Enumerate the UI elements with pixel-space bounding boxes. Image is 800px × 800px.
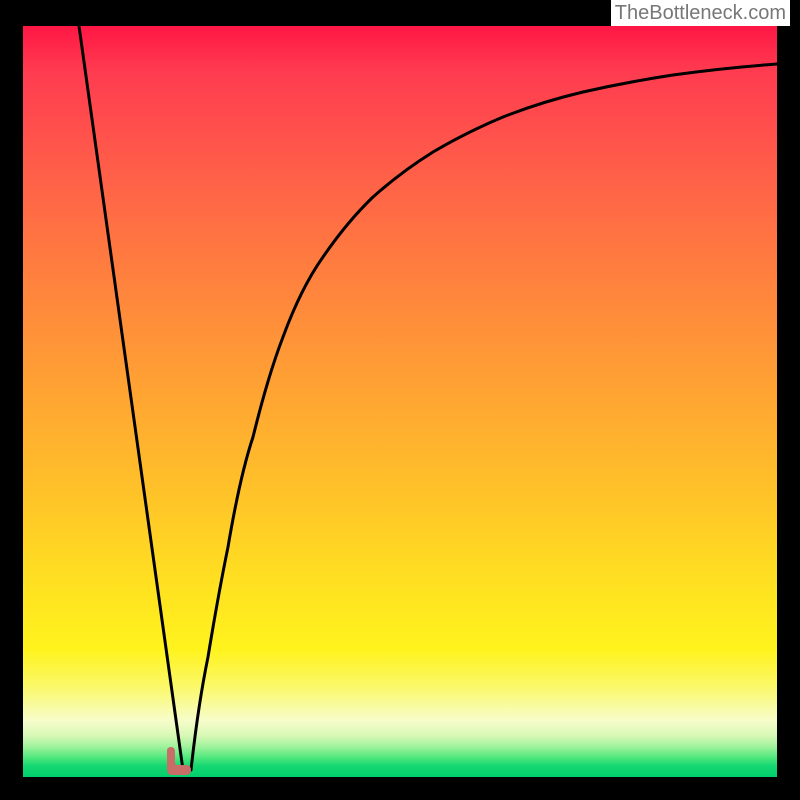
left-line	[79, 26, 183, 770]
plot-area	[23, 26, 777, 777]
attribution-text: TheBottleneck.com	[611, 0, 790, 26]
chart-frame: TheBottleneck.com	[0, 0, 800, 800]
right-curve	[191, 64, 777, 770]
chart-curves	[23, 26, 777, 777]
